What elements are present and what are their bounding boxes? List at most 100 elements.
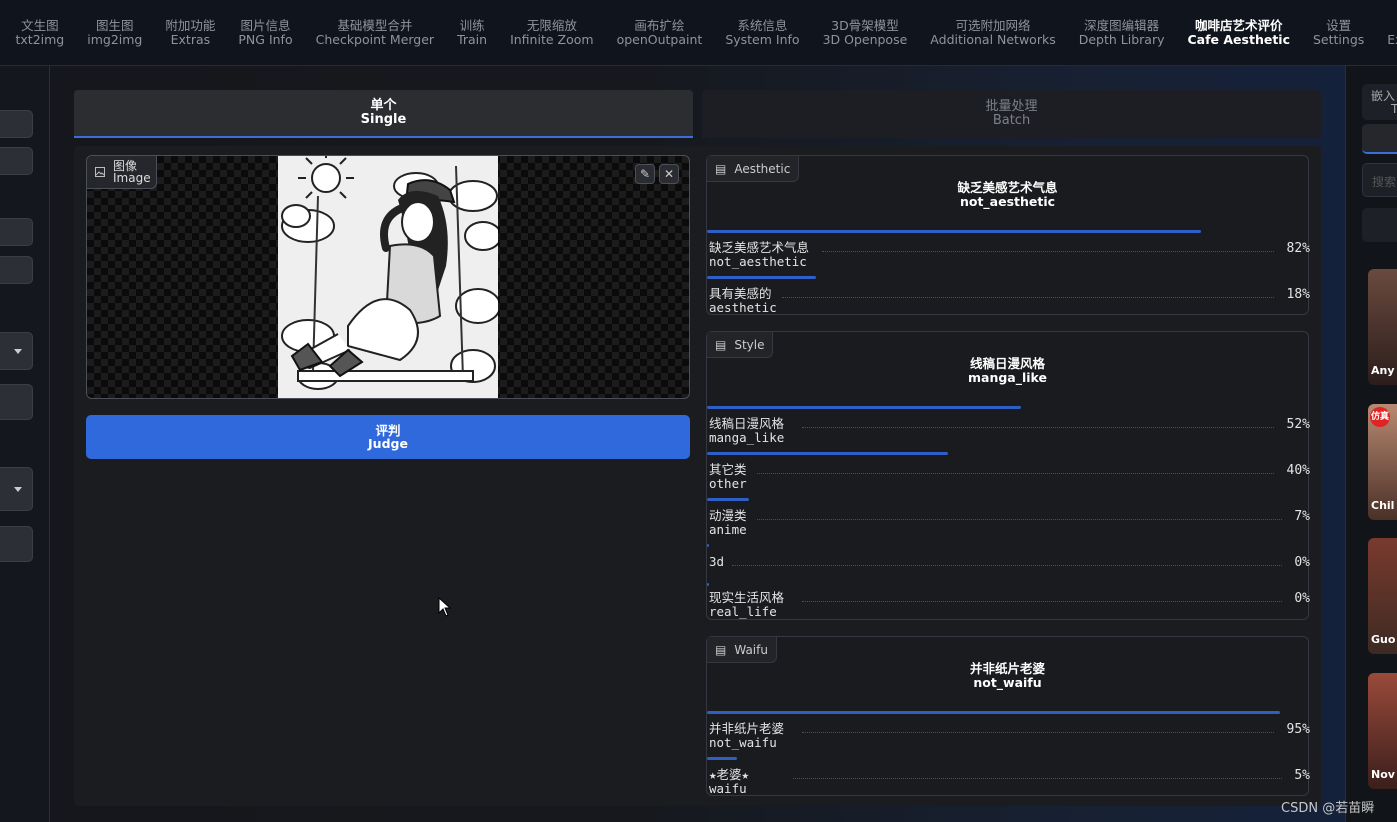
result-row-label: ★老婆★ waifu — [709, 767, 750, 796]
result-row-label: 线稿日漫风格 manga_like — [709, 416, 785, 445]
result-row: 线稿日漫风格 manga_like 52% — [707, 417, 1310, 447]
tab-single-label-zh: 单个 — [370, 98, 397, 113]
aesthetic-top-label: 缺乏美感艺术气息 not_aesthetic — [707, 181, 1308, 208]
result-row-percent: 5% — [1294, 768, 1310, 783]
model-card[interactable]: Nov — [1368, 673, 1397, 789]
waifu-tag: ▤ Waifu — [707, 637, 777, 663]
nav-tab-label-en: txt2img — [15, 31, 65, 47]
left-dropdown-2[interactable] — [0, 467, 33, 511]
nav-tab-label-zh: 无限缩放 — [526, 18, 577, 33]
model-badge: 仿真 — [1370, 407, 1390, 427]
nav-tab-label-en: Extras — [170, 31, 211, 47]
left-input-3[interactable] — [0, 218, 33, 246]
nav-tab-png-info[interactable]: 图片信息 PNG Info — [227, 0, 304, 66]
aesthetic-top-label-zh: 缺乏美感艺术气息 — [957, 180, 1058, 195]
nav-tab-label-en: Infinite Zoom — [510, 31, 594, 47]
nav-tab-cafe-aesthetic[interactable]: 咖啡店艺术评价 Cafe Aesthetic — [1176, 0, 1302, 66]
result-bar — [707, 544, 709, 547]
result-bar — [707, 498, 750, 501]
result-row-percent: 0% — [1294, 555, 1310, 570]
result-row: 其它类 other 40% — [707, 463, 1310, 493]
tab-active[interactable] — [1362, 124, 1397, 154]
watermark: CSDN @若苗瞬 — [1281, 801, 1375, 816]
nav-tab-train[interactable]: 训练 Train — [446, 0, 499, 66]
waifu-top-label-en: not_waifu — [973, 674, 1042, 690]
tab-single-label-en: Single — [360, 112, 407, 127]
nav-tab-txt2img[interactable]: 文生图 txt2img — [4, 0, 76, 66]
left-input-4[interactable] — [0, 256, 33, 284]
nav-tab-depth-library[interactable]: 深度图编辑器 Depth Library — [1067, 0, 1176, 66]
result-row-percent: 82% — [1286, 241, 1310, 256]
pencil-icon: ✎ — [639, 167, 651, 181]
nav-tab-label-zh: 附加功能 — [165, 18, 216, 33]
left-input-1[interactable] — [0, 110, 33, 138]
close-icon: ✕ — [663, 167, 675, 181]
result-row: 并非纸片老婆 not_waifu 95% — [707, 722, 1310, 752]
nav-tab-additional-networks[interactable]: 可选附加网络 Additional Networks — [919, 0, 1067, 66]
waifu-result-panel: ▤ Waifu 并非纸片老婆 not_waifu 并非纸片老婆 not_waifu … — [706, 636, 1310, 798]
result-row: ★老婆★ waifu 5% — [707, 768, 1310, 798]
style-top-label-en: manga_like — [967, 369, 1048, 385]
model-card[interactable]: 仿真 Chil — [1368, 404, 1397, 520]
nav-tab-label-en: PNG Info — [238, 31, 293, 47]
left-dropdown-1[interactable] — [0, 332, 33, 370]
nav-tab-openoutpaint[interactable]: 画布扩绘 openOutpaint — [605, 0, 714, 66]
aesthetic-tag-label: Aesthetic — [734, 161, 791, 176]
nav-tab-3d-openpose[interactable]: 3D骨架模型 3D Openpose — [811, 0, 919, 66]
aesthetic-top-label-en: not_aesthetic — [959, 193, 1056, 209]
nav-tab-label-en: Extensions — [1387, 31, 1397, 47]
result-row-percent: 0% — [1294, 591, 1310, 606]
clear-image-button[interactable]: ✕ — [659, 164, 679, 184]
tab-batch-label-zh: 批量处理 — [985, 99, 1038, 114]
result-row: 缺乏美感艺术气息 not_aesthetic 82% — [707, 241, 1310, 271]
refresh-button[interactable] — [1362, 208, 1397, 242]
aesthetic-result-panel: ▤ Aesthetic 缺乏美感艺术气息 not_aesthetic 缺乏美感艺术… — [706, 155, 1310, 315]
nav-tab-infinite-zoom[interactable]: 无限缩放 Infinite Zoom — [499, 0, 605, 66]
image-upload-area[interactable]: 图像 Image ✎ ✕ — [86, 155, 690, 399]
waifu-top-label-zh: 并非纸片老婆 — [969, 661, 1045, 676]
nav-tab-label-en: Cafe Aesthetic — [1187, 31, 1291, 47]
nav-tab-label-zh: 3D骨架模型 — [831, 18, 899, 33]
nav-tab-img2img[interactable]: 图生图 img2img — [76, 0, 154, 66]
result-bar — [707, 406, 1021, 409]
image-label-en: Image — [113, 171, 151, 185]
nav-tab-label-zh: 基础模型合并 — [337, 18, 413, 33]
nav-tab-label-zh: 可选附加网络 — [955, 18, 1031, 33]
nav-tab-label-en: Checkpoint Merger — [315, 31, 435, 47]
nav-tab-label-en: Depth Library — [1078, 31, 1165, 47]
nav-tab-checkpoint-merger[interactable]: 基础模型合并 Checkpoint Merger — [304, 0, 445, 66]
left-input-2[interactable] — [0, 147, 33, 175]
left-input-5[interactable] — [0, 384, 33, 420]
nav-tab-system-info[interactable]: 系统信息 System Info — [714, 0, 811, 66]
result-row-percent: 40% — [1286, 463, 1310, 478]
nav-tab-extras[interactable]: 附加功能 Extras — [154, 0, 227, 66]
search-input[interactable]: 搜索 — [1362, 163, 1397, 197]
tab-batch[interactable]: 批量处理 Batch — [702, 90, 1321, 138]
result-row-percent: 18% — [1286, 287, 1310, 302]
edit-image-button[interactable]: ✎ — [635, 164, 655, 184]
aesthetic-tag: ▤ Aesthetic — [707, 156, 800, 182]
bar-chart-icon: ▤ — [715, 642, 727, 657]
nav-tab-extensions[interactable]: 扩展Extensions — [1376, 0, 1397, 66]
result-row-label: 缺乏美感艺术气息 not_aesthetic — [709, 240, 810, 269]
tab-single[interactable]: 单个 Single — [74, 90, 693, 138]
nav-tab-label-zh: 画布扩绘 — [634, 18, 685, 33]
judge-label-zh: 评判 — [375, 422, 401, 438]
result-row-label: 现实生活风格 real_life — [709, 590, 785, 619]
nav-tab-settings[interactable]: 设置 Settings — [1302, 0, 1376, 66]
left-input-6[interactable] — [0, 526, 33, 562]
tab-embedding[interactable]: 嵌入 T — [1362, 84, 1397, 120]
model-card[interactable]: Any — [1368, 269, 1397, 385]
judge-label-en: Judge — [368, 436, 408, 451]
result-bar — [707, 276, 816, 279]
judge-button[interactable]: 评判 Judge — [86, 415, 690, 459]
waifu-tag-label: Waifu — [734, 642, 768, 657]
result-row-label: 其它类 other — [709, 462, 747, 491]
nav-tab-label-en: Settings — [1313, 31, 1365, 47]
bar-chart-icon: ▤ — [715, 161, 727, 176]
model-card[interactable]: Guo — [1368, 538, 1397, 654]
result-row-label: 并非纸片老婆 not_waifu — [709, 721, 785, 750]
result-row: 现实生活风格 real_life 0% — [707, 591, 1310, 621]
nav-tab-label-en: openOutpaint — [616, 31, 703, 47]
style-top-label: 线稿日漫风格 manga_like — [707, 357, 1308, 384]
